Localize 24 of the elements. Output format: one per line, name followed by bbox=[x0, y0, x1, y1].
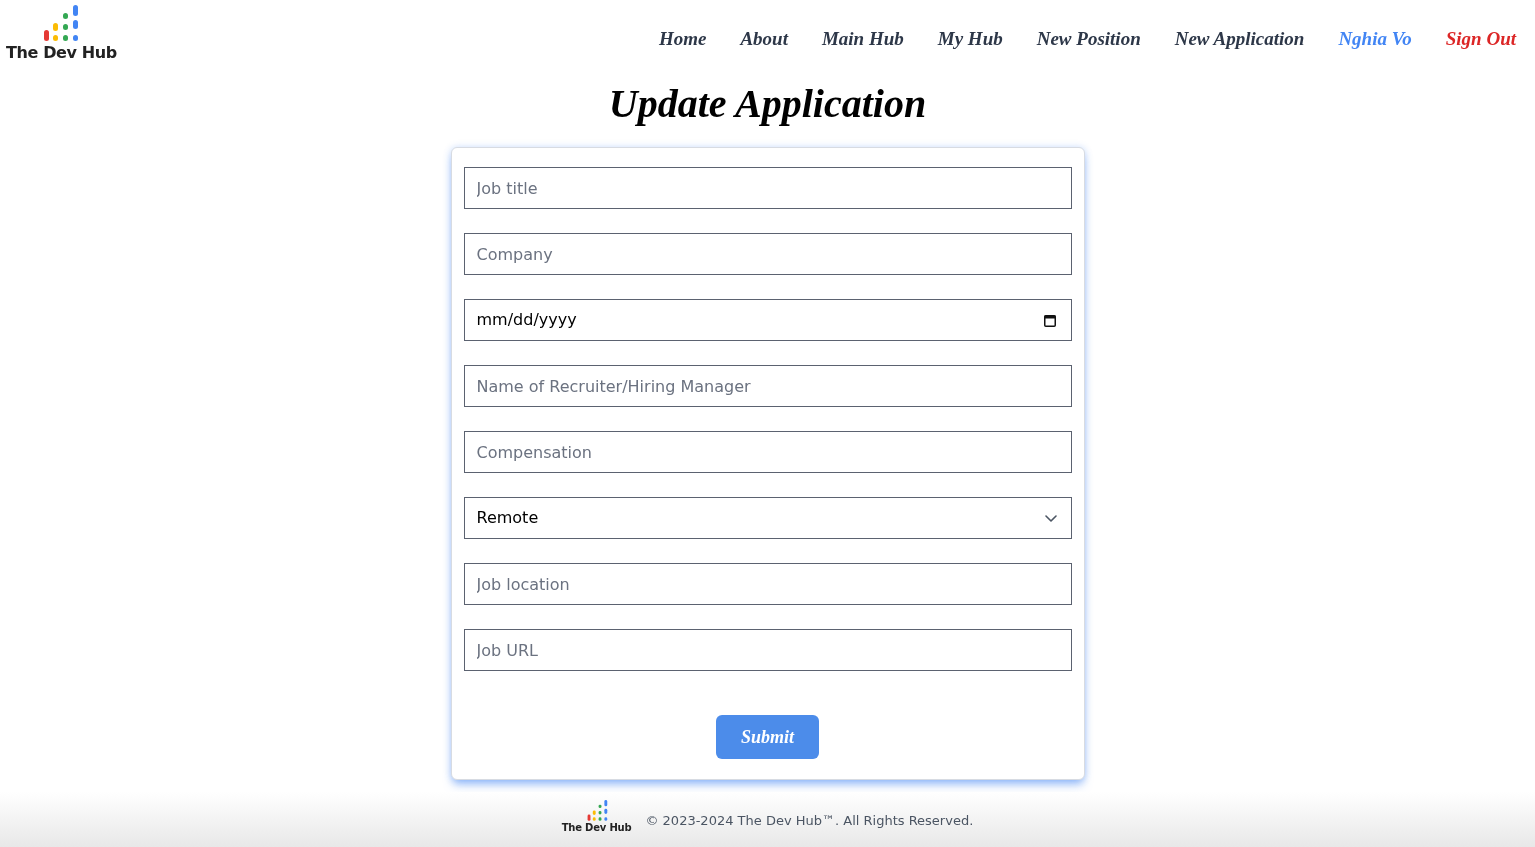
nav-link[interactable]: Home bbox=[658, 26, 707, 52]
page-title: Update Application bbox=[608, 80, 927, 128]
logo-text: The Dev Hub bbox=[561, 822, 632, 834]
input-field[interactable]: Job location bbox=[463, 563, 1072, 605]
nav-link[interactable]: About bbox=[740, 26, 788, 52]
select-field[interactable]: Remote bbox=[463, 497, 1072, 539]
bar-chart-logo-icon bbox=[43, 5, 81, 43]
copyright-text: © 2023-2024 The Dev Hub™. All Rights Reserved. bbox=[645, 812, 974, 830]
input-field[interactable]: Job title bbox=[463, 167, 1072, 209]
bar-chart-logo-icon bbox=[586, 800, 609, 822]
nav-link[interactable]: Nghia Vo bbox=[1338, 26, 1412, 52]
calendar-icon[interactable] bbox=[1043, 313, 1056, 327]
chevron-down-icon bbox=[1044, 514, 1057, 522]
input-field[interactable]: Compensation bbox=[463, 431, 1072, 473]
input-field[interactable]: Job URL bbox=[463, 629, 1072, 671]
input-field[interactable]: Name of Recruiter/Hiring Manager bbox=[463, 365, 1072, 407]
date-field[interactable]: mm/dd/yyyy bbox=[463, 299, 1072, 341]
nav-link[interactable]: New Position bbox=[1036, 26, 1141, 52]
nav-link[interactable]: Main Hub bbox=[821, 26, 904, 52]
input-field[interactable]: Company bbox=[463, 233, 1072, 275]
nav-link[interactable]: My Hub bbox=[937, 26, 1003, 52]
nav-link[interactable]: Sign Out bbox=[1445, 26, 1516, 52]
nav-link[interactable]: New Application bbox=[1174, 26, 1305, 52]
logo-text: The Dev Hub bbox=[6, 43, 117, 63]
